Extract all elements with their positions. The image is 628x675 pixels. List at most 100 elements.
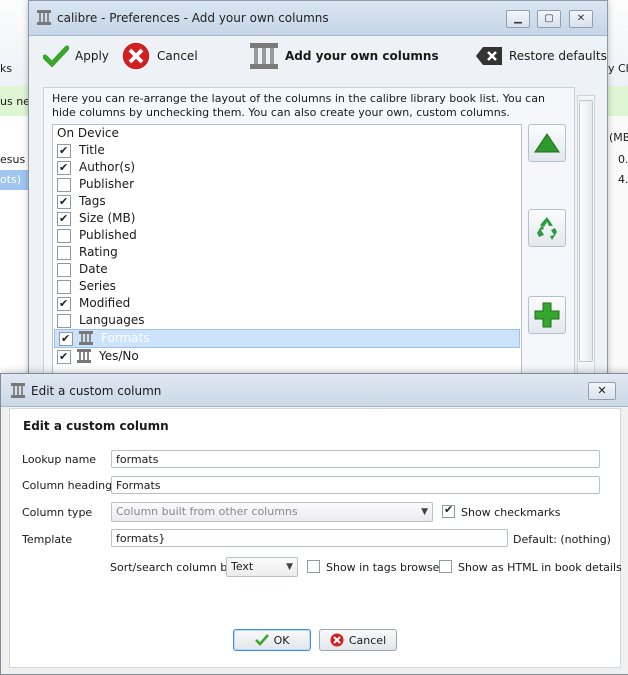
column-type-select[interactable]: Column built from other columns ▼	[111, 502, 433, 522]
column-label: Formats	[101, 331, 150, 345]
column-row[interactable]: Rating	[53, 244, 521, 261]
chevron-down-icon: ▼	[421, 507, 428, 517]
add-column-button[interactable]	[528, 296, 566, 334]
column-row[interactable]: Yes/No	[53, 348, 521, 365]
custom-column-icon	[77, 349, 91, 363]
column-label: Author(s)	[79, 160, 136, 174]
preferences-window: calibre - Preferences - Add your own col…	[28, 0, 608, 386]
column-label: Size (MB)	[79, 211, 136, 225]
main-toolbar-fragment: ks	[0, 62, 13, 75]
column-row[interactable]: Publisher	[53, 176, 521, 193]
maximize-button[interactable]: ▢	[537, 10, 561, 28]
clear-icon	[476, 47, 502, 65]
column-heading-label: Column heading	[22, 479, 113, 492]
column-checkbox[interactable]	[57, 314, 71, 328]
sort-search-value: Text	[231, 560, 254, 573]
show-in-tags-browser-label: Show in tags browser	[326, 561, 444, 574]
column-label: Title	[79, 143, 105, 157]
preferences-scrollbar[interactable]	[577, 95, 595, 377]
dialog-body: Edit a custom column Lookup name formats…	[9, 408, 622, 668]
column-row[interactable]: Formats	[54, 329, 520, 348]
column-type-value: Column built from other columns	[116, 505, 298, 518]
column-label: Publisher	[79, 177, 135, 191]
minimize-button[interactable]: ▁	[506, 10, 530, 28]
recycle-icon	[537, 217, 557, 240]
column-checkbox[interactable]	[57, 159, 71, 176]
column-checkbox[interactable]	[57, 348, 71, 365]
column-row[interactable]: Languages	[53, 312, 521, 329]
column-row[interactable]: Published	[53, 227, 521, 244]
ok-button[interactable]: OK	[233, 629, 311, 651]
column-checkbox[interactable]	[57, 280, 71, 294]
restore-defaults-button[interactable]: Restore defaults	[475, 42, 607, 70]
apply-button[interactable]: Apply	[43, 42, 109, 70]
cancel-button[interactable]: Cancel	[319, 629, 397, 651]
column-checkbox[interactable]	[57, 210, 71, 227]
sort-search-select[interactable]: Text ▼	[226, 557, 298, 577]
dialog-title: Edit a custom column	[31, 384, 162, 398]
dialog-close-button[interactable]: ✕	[588, 382, 616, 400]
column-checkbox[interactable]	[57, 142, 71, 159]
columns-list[interactable]: On Device Title Author(s) Publisher Tags Size…	[52, 124, 522, 386]
column-label: Rating	[79, 245, 118, 259]
move-up-button[interactable]	[528, 124, 566, 162]
column-row[interactable]: Date	[53, 261, 521, 278]
show-checkmarks-checkbox[interactable]	[442, 503, 455, 518]
preferences-toolbar: Apply Cancel Add your own columns Restor…	[29, 36, 607, 76]
column-row[interactable]: Author(s)	[53, 159, 521, 176]
calibre-app-icon	[11, 383, 25, 398]
column-row[interactable]: Size (MB)	[53, 210, 521, 227]
cancel-label: Cancel	[348, 633, 387, 647]
column-checkbox[interactable]	[57, 263, 71, 277]
calibre-app-icon	[37, 10, 51, 25]
preferences-titlebar[interactable]: calibre - Preferences - Add your own col…	[29, 1, 607, 36]
column-heading-input[interactable]: Formats	[111, 476, 600, 494]
plus-icon	[534, 302, 560, 328]
section-title-label: Add your own columns	[285, 49, 439, 63]
custom-column-icon	[79, 331, 93, 345]
column-row[interactable]: Series	[53, 278, 521, 295]
column-type-label: Column type	[22, 506, 93, 519]
column-label: Date	[79, 262, 108, 276]
section-title: Add your own columns	[249, 42, 439, 70]
size-column-header[interactable]: (MB	[609, 131, 628, 144]
checkmark-icon	[43, 45, 69, 67]
recycle-button[interactable]	[528, 209, 566, 247]
column-checkbox[interactable]	[57, 178, 71, 192]
sort-search-label: Sort/search column by	[110, 561, 234, 574]
column-row[interactable]: On Device	[53, 125, 521, 142]
column-checkbox[interactable]	[57, 246, 71, 260]
column-checkbox[interactable]	[57, 295, 71, 312]
column-label: Yes/No	[99, 349, 139, 363]
column-label: Tags	[79, 194, 106, 208]
columns-description: Here you can re-arrange the layout of th…	[52, 92, 545, 119]
restore-defaults-label: Restore defaults	[509, 49, 607, 63]
show-in-tags-browser-checkbox[interactable]	[307, 560, 320, 573]
column-row[interactable]: Modified	[53, 295, 521, 312]
status-strip-text: us ne	[0, 95, 30, 108]
column-row[interactable]: Title	[53, 142, 521, 159]
columns-icon	[250, 43, 278, 69]
checkmark-icon	[254, 634, 269, 646]
template-input[interactable]: formats}	[111, 529, 508, 547]
cancel-toolbar-button[interactable]: Cancel	[121, 41, 198, 71]
dialog-heading: Edit a custom column	[23, 419, 169, 433]
scrollbar-thumb[interactable]	[579, 100, 593, 362]
show-checkmarks-label: Show checkmarks	[461, 506, 561, 519]
size-value-1: 0.	[618, 153, 628, 166]
column-label: On Device	[57, 126, 119, 140]
close-button[interactable]: ✕	[569, 10, 593, 28]
cancel-icon	[121, 41, 151, 71]
column-label: Published	[79, 228, 137, 242]
dialog-titlebar[interactable]: Edit a custom column ✕	[1, 374, 628, 407]
column-checkbox[interactable]	[57, 229, 71, 243]
show-as-html-checkbox[interactable]	[439, 560, 452, 573]
column-checkbox[interactable]	[59, 330, 73, 347]
column-row[interactable]: Tags	[53, 193, 521, 210]
size-value-2: 4.	[618, 173, 628, 186]
column-checkbox[interactable]	[57, 193, 71, 210]
chevron-down-icon: ▼	[286, 562, 293, 572]
column-label: Modified	[79, 296, 131, 310]
show-as-html-label: Show as HTML in book details	[458, 561, 622, 574]
lookup-name-input[interactable]: formats	[111, 450, 600, 468]
